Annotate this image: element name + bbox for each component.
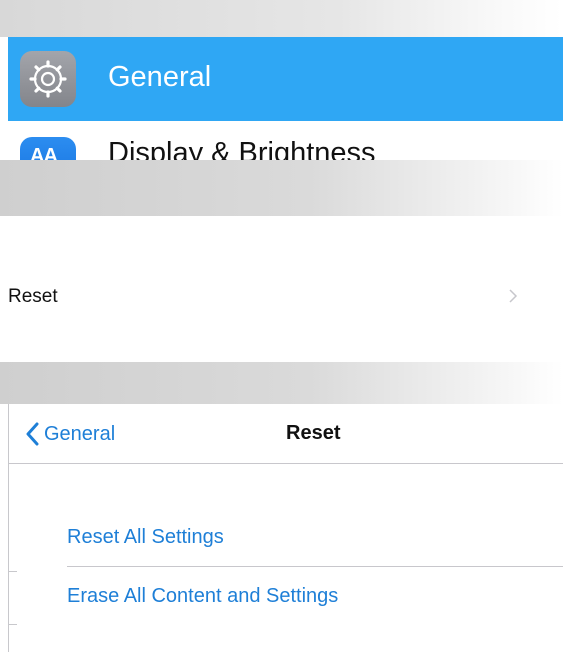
reset-all-settings-button[interactable]: Reset All Settings (67, 526, 563, 549)
separator-band (0, 362, 563, 404)
back-button-label: General (44, 422, 116, 445)
settings-item-general[interactable]: General (8, 37, 563, 121)
divider (9, 571, 17, 572)
settings-item-label: General (108, 61, 212, 93)
navigation-bar: General Reset (9, 404, 563, 464)
chevron-left-icon (26, 422, 39, 446)
page-title: Reset (286, 422, 341, 444)
separator-band (0, 0, 563, 37)
general-settings-panel: Reset (8, 216, 563, 362)
divider (67, 566, 563, 567)
reset-row[interactable]: Reset (8, 272, 563, 320)
reset-row-label: Reset (8, 286, 58, 307)
divider (9, 624, 17, 625)
settings-item-label: Display & Brightness (108, 137, 376, 160)
settings-list-panel: General AA Display & Brightness (8, 37, 563, 160)
gear-icon (29, 60, 67, 98)
general-app-icon (20, 51, 76, 107)
erase-all-content-button[interactable]: Erase All Content and Settings (67, 585, 563, 608)
settings-item-display-brightness[interactable]: AA Display & Brightness (8, 121, 563, 160)
reset-screen-panel: General Reset Reset All Settings Erase A… (8, 404, 563, 652)
display-brightness-glyph: AA (30, 145, 58, 160)
display-brightness-icon: AA (20, 137, 76, 160)
back-button[interactable]: General (25, 419, 115, 449)
chevron-right-icon (509, 289, 518, 303)
separator-band (0, 160, 563, 216)
tutorial-composite: General AA Display & Brightness Reset Ge… (0, 0, 563, 652)
